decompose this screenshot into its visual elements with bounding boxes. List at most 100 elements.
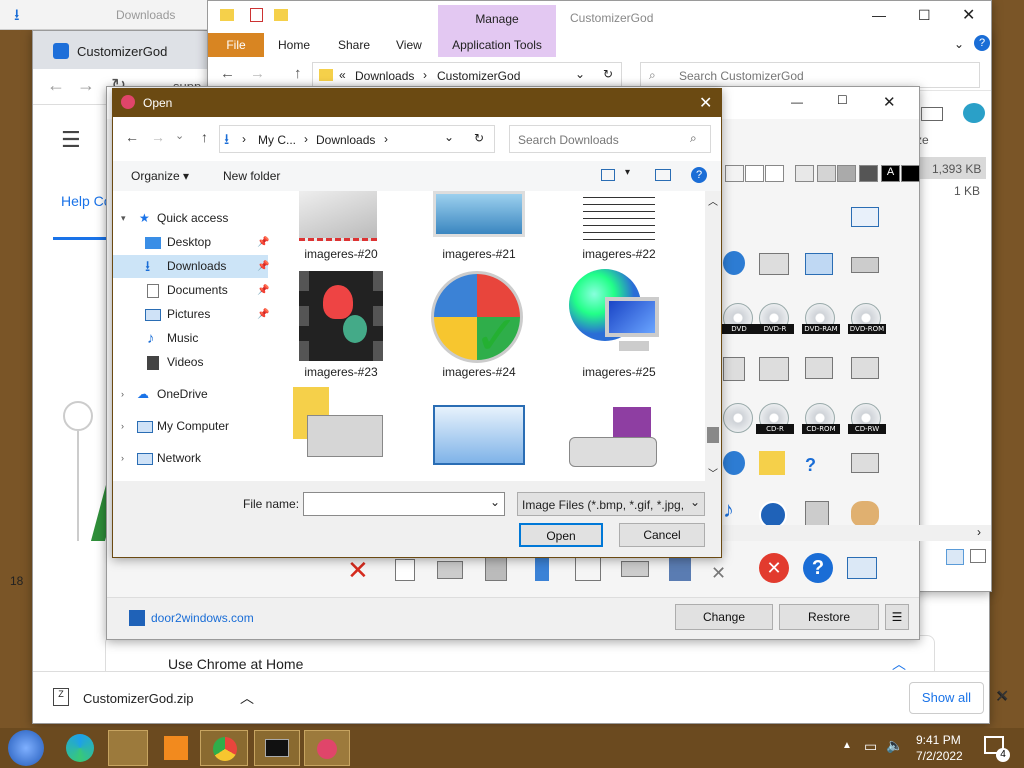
dvd-rom-icon[interactable]: DVD-ROM	[848, 303, 886, 334]
hamburger-icon[interactable]: ☰	[61, 127, 81, 153]
chevron-down-icon[interactable]: ⌄	[690, 495, 700, 509]
scroll-down-icon[interactable]: ﹀	[708, 465, 718, 480]
view-details-icon[interactable]	[946, 549, 964, 565]
phone-icon[interactable]	[535, 557, 549, 581]
chevron-down-icon[interactable]: ⌄	[490, 495, 500, 509]
dialog-search[interactable]: Search Downloads ⌕	[509, 125, 711, 153]
refresh-icon[interactable]: ↻	[603, 67, 613, 81]
preview-pane-icon[interactable]	[655, 169, 671, 181]
landscape-thumb[interactable]	[433, 191, 525, 237]
users-icon[interactable]	[851, 501, 879, 527]
swatch[interactable]	[901, 165, 920, 182]
film-balloons-thumb[interactable]	[299, 271, 383, 361]
thumb-label[interactable]: imageres-#25	[559, 365, 679, 379]
show-all-button[interactable]: Show all	[909, 682, 984, 714]
shell-icon[interactable]	[963, 103, 985, 123]
thumb-label[interactable]: imageres-#21	[419, 247, 539, 261]
nav-quick-access[interactable]: ▾ ★ Quick access	[113, 207, 268, 230]
explorer-search[interactable]: ⌕ Search CustomizerGod	[640, 62, 980, 88]
drive-icon[interactable]	[437, 561, 463, 579]
folder-printer-thumb[interactable]	[293, 387, 387, 467]
expand-arrow-icon[interactable]: ›	[121, 383, 124, 406]
expand-arrow-icon[interactable]: ›	[121, 447, 124, 470]
terminal-icon[interactable]	[254, 730, 300, 766]
nav-desktop[interactable]: Desktop 📌	[113, 231, 269, 254]
download-file-name[interactable]: CustomizerGod.zip	[83, 691, 194, 706]
globe-icon[interactable]	[723, 451, 745, 475]
properties-icon[interactable]	[250, 8, 263, 22]
help-icon[interactable]: ?	[974, 35, 990, 51]
breadcrumb-downloads[interactable]: Downloads	[355, 69, 414, 83]
nav-music[interactable]: ♪ Music	[113, 327, 268, 350]
swatch[interactable]	[745, 165, 764, 182]
tray-up-icon[interactable]: ▲	[842, 740, 852, 751]
thumb-label[interactable]: imageres-#24	[419, 365, 539, 379]
clock-date[interactable]: 7/2/2022	[916, 749, 963, 763]
dvd-r-icon[interactable]: DVD-R	[756, 303, 794, 334]
scroll-up-icon[interactable]: ︿	[708, 193, 718, 208]
globe-icon[interactable]	[723, 251, 745, 275]
close-red-icon[interactable]: ✕	[347, 555, 369, 586]
thumb-label[interactable]: imageres-#23	[281, 365, 401, 379]
swatch[interactable]	[765, 165, 784, 182]
history-dropdown-icon[interactable]: ⌄	[175, 129, 184, 142]
nav-network[interactable]: › Network	[113, 447, 268, 470]
chrome-icon[interactable]	[200, 730, 248, 766]
path-downloads[interactable]: Downloads	[316, 133, 375, 147]
customizergod-icon[interactable]	[304, 730, 350, 766]
printer-check-icon[interactable]	[723, 357, 745, 381]
chevron-down-icon[interactable]: ⌄	[575, 67, 585, 81]
chevron-down-icon[interactable]: ⌄	[444, 130, 454, 144]
swatch[interactable]	[817, 165, 836, 182]
expand-arrow-icon[interactable]: ▾	[121, 207, 126, 230]
path-my-computer[interactable]: My C...	[258, 133, 296, 147]
maximize-icon[interactable]: ☐	[918, 7, 931, 24]
disc-icon[interactable]	[723, 403, 753, 433]
open-button[interactable]: Open	[519, 523, 603, 547]
clock-time[interactable]: 9:41 PM	[916, 733, 961, 747]
cancel-button[interactable]: Cancel	[619, 523, 705, 547]
printer-check-icon[interactable]	[759, 357, 789, 381]
tab-file[interactable]: File	[208, 33, 264, 57]
edge-icon[interactable]	[66, 734, 94, 762]
change-button[interactable]: Change	[675, 604, 773, 630]
download-chevron-icon[interactable]: ︿	[240, 688, 254, 708]
organize-button[interactable]: Organize ▾	[131, 169, 189, 183]
printer-icon[interactable]	[851, 357, 879, 379]
cd-rom-icon[interactable]: CD-ROM	[802, 403, 840, 434]
thumb-label[interactable]: imageres-#20	[281, 247, 401, 261]
drive-icon[interactable]	[851, 257, 879, 273]
cd-r-icon[interactable]: CD-R	[756, 403, 794, 434]
ribbon-expand-icon[interactable]: ⌄	[954, 37, 964, 51]
view-tiles-icon[interactable]	[970, 549, 986, 563]
swatch[interactable]	[859, 165, 878, 182]
scanner-icon[interactable]	[621, 561, 649, 577]
scroll-right-icon[interactable]: ›	[977, 525, 981, 539]
explorer-address-bar[interactable]: « Downloads › CustomizerGod ⌄ ↻	[312, 62, 622, 88]
dvd-ram-icon[interactable]: DVD-RAM	[802, 303, 840, 334]
dvd-icon[interactable]: DVD	[720, 303, 758, 334]
thumb-label[interactable]: imageres-#22	[559, 247, 679, 261]
dialog-address-bar[interactable]: ⭳ › My C... › Downloads › ⌄ ↻	[219, 125, 495, 153]
floppy-drive-thumb[interactable]	[569, 407, 657, 467]
nav-downloads[interactable]: ⭳ Downloads 📌	[113, 255, 269, 278]
printer-icon[interactable]	[851, 453, 879, 473]
file-type-select[interactable]: Image Files (*.bmp, *.gif, *.jpg, ⌄	[517, 492, 705, 516]
control-panel-icon[interactable]	[805, 253, 833, 275]
restore-button[interactable]: Restore	[779, 604, 879, 630]
volume-icon[interactable]: 🔈	[886, 737, 903, 754]
back-icon[interactable]: ←	[125, 129, 139, 145]
control-panel-thumb[interactable]	[433, 405, 525, 465]
nav-pictures[interactable]: Pictures 📌	[113, 303, 269, 326]
nav-help[interactable]: Help Co	[61, 193, 112, 209]
nav-documents[interactable]: Documents 📌	[113, 279, 269, 302]
question-icon[interactable]: ?	[803, 553, 833, 583]
nav-my-computer[interactable]: › My Computer	[113, 415, 268, 438]
up-icon[interactable]: ↑	[294, 65, 302, 82]
tab-application-tools[interactable]: Application Tools	[438, 33, 556, 57]
error-icon[interactable]: ✕	[759, 553, 789, 583]
back-icon[interactable]: ←	[47, 75, 65, 96]
file-explorer-icon[interactable]	[108, 730, 148, 766]
document-icon[interactable]	[395, 559, 415, 581]
nav-onedrive[interactable]: › ☁ OneDrive	[113, 383, 268, 406]
